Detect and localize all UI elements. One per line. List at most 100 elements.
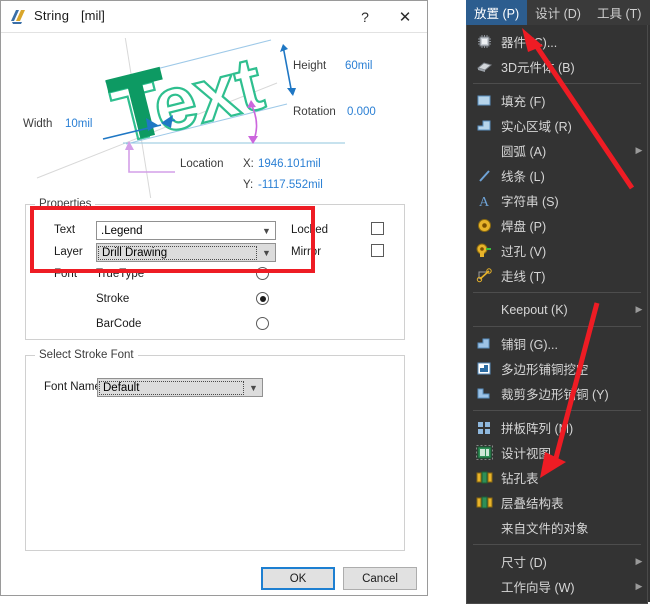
menu-item-label: 字符串 (S) xyxy=(501,195,559,209)
location-y-value: -1117.552mil xyxy=(258,179,323,191)
font-option-truetype-label: TrueType xyxy=(96,268,145,280)
menubar-item-tools[interactable]: 工具 (T) xyxy=(589,0,649,25)
menu-item-label: 实心区域 (R) xyxy=(501,120,572,134)
font-option-stroke-label: Stroke xyxy=(96,293,130,305)
svg-text:Text: Text xyxy=(105,41,272,160)
font-option-truetype-radio[interactable] xyxy=(256,267,269,280)
mirror-label: Mirror xyxy=(291,246,322,258)
svg-text:A: A xyxy=(479,195,490,208)
menu-item-label: 焊盘 (P) xyxy=(501,220,547,234)
menu-item-label: 走线 (T) xyxy=(501,270,546,284)
menu-item-label: 3D元件体 (B) xyxy=(501,61,575,75)
polygon-pour-icon xyxy=(467,337,501,350)
help-button[interactable]: ? xyxy=(347,1,383,32)
menu-item-layer-stack-table[interactable]: 层叠结构表 xyxy=(467,490,647,515)
place-menu-panel: 放置 (P) 设计 (D) 工具 (T) 器件 (C)... 3D元件体 (B)… xyxy=(466,0,650,604)
menu-item-label: 过孔 (V) xyxy=(501,245,547,259)
altium-app-icon xyxy=(10,9,27,25)
font-option-barcode-radio[interactable] xyxy=(256,317,269,330)
menu-item-polygon-cutout[interactable]: 多边形铺铜挖空 xyxy=(467,356,647,381)
chevron-down-icon: ▼ xyxy=(262,225,271,236)
text-field-label: Text xyxy=(54,224,76,236)
menu-item-drill-table[interactable]: 钻孔表 xyxy=(467,465,647,490)
height-value: 60mil xyxy=(345,60,373,72)
font-option-barcode-label: BarCode xyxy=(96,318,142,330)
menu-item-label: 器件 (C)... xyxy=(501,36,558,50)
menu-item-work-guide[interactable]: 工作向导 (W) ▶ xyxy=(467,574,647,599)
menu-item-string[interactable]: A 字符串 (S) xyxy=(467,188,647,213)
chevron-down-icon: ▼ xyxy=(249,382,258,393)
menu-item-label: 钻孔表 xyxy=(501,472,539,486)
menu-item-keepout[interactable]: Keepout (K) ▶ xyxy=(467,297,647,322)
cancel-button[interactable]: Cancel xyxy=(343,567,417,590)
locked-checkbox[interactable] xyxy=(371,222,384,235)
width-value: 10mil xyxy=(65,118,93,130)
font-option-stroke-radio[interactable] xyxy=(256,292,269,305)
menu-item-label: 填充 (F) xyxy=(501,95,546,109)
mirror-checkbox[interactable] xyxy=(371,244,384,257)
fill-icon xyxy=(467,94,501,107)
font-name-select[interactable]: Default ▼ xyxy=(97,378,263,397)
component-3d-icon xyxy=(467,60,501,73)
menu-item-label: 线条 (L) xyxy=(501,170,545,184)
menu-item-fill[interactable]: 填充 (F) xyxy=(467,88,647,113)
menu-item-pad[interactable]: 焊盘 (P) xyxy=(467,213,647,238)
font-name-value: Default xyxy=(99,380,244,395)
font-name-label: Font Name xyxy=(44,381,101,393)
menu-item-label: 来自文件的对象 xyxy=(501,522,589,536)
menu-item-3d-body[interactable]: 3D元件体 (B) xyxy=(467,54,647,79)
menu-item-label: 圆弧 (A) xyxy=(501,145,547,159)
menu-item-component[interactable]: 器件 (C)... xyxy=(467,29,647,54)
menu-item-label: 工作向导 (W) xyxy=(501,581,575,595)
menu-separator xyxy=(473,326,641,327)
location-x-value: 1946.101mil xyxy=(258,158,321,170)
menu-item-object-from-file[interactable]: 来自文件的对象 xyxy=(467,515,647,540)
polygon-slice-icon xyxy=(467,387,501,400)
close-button[interactable]: ✕ xyxy=(387,1,423,32)
menu-item-arc[interactable]: 圆弧 (A) ▶ xyxy=(467,138,647,163)
menu-separator xyxy=(473,544,641,545)
chevron-right-icon: ▶ xyxy=(635,304,643,314)
menu-item-label: 裁剪多边形铺铜 (Y) xyxy=(501,388,609,402)
menu-item-line[interactable]: 线条 (L) xyxy=(467,163,647,188)
menu-item-track[interactable]: 走线 (T) xyxy=(467,263,647,288)
dialog-title-units: [mil] xyxy=(81,8,105,23)
menu-item-design-view[interactable]: 设计视图 xyxy=(467,440,647,465)
rotation-label: Rotation xyxy=(293,106,336,118)
chevron-right-icon: ▶ xyxy=(635,145,643,155)
menu-item-via[interactable]: 过孔 (V) xyxy=(467,238,647,263)
pad-icon xyxy=(467,218,501,233)
menu-item-panel-array[interactable]: 拼板阵列 (M) xyxy=(467,415,647,440)
chevron-right-icon: ▶ xyxy=(635,556,643,566)
width-label: Width xyxy=(23,118,53,130)
locked-label: Locked xyxy=(291,224,329,236)
text-input[interactable]: .Legend ▼ xyxy=(96,221,276,240)
menu-item-solid-region[interactable]: 实心区域 (R) xyxy=(467,113,647,138)
via-icon xyxy=(467,243,501,258)
layer-select[interactable]: Drill Drawing ▼ xyxy=(96,243,276,262)
menu-separator xyxy=(473,410,641,411)
dialog-titlebar: String [mil] ? ✕ xyxy=(1,1,427,33)
menu-item-slice-polygon[interactable]: 裁剪多边形铺铜 (Y) xyxy=(467,381,647,406)
menubar-item-design[interactable]: 设计 (D) xyxy=(527,0,589,25)
track-icon xyxy=(467,268,501,283)
line-icon xyxy=(467,169,501,183)
panel-array-icon xyxy=(467,421,501,435)
height-label: Height xyxy=(293,60,327,72)
text-preview-panel: Text Text xyxy=(15,38,413,198)
menu-item-dimension[interactable]: 尺寸 (D) ▶ xyxy=(467,549,647,574)
string-properties-dialog: String [mil] ? ✕ Text Text xyxy=(0,0,428,596)
menu-separator xyxy=(473,83,641,84)
ok-button[interactable]: OK xyxy=(261,567,335,590)
font-label: Font xyxy=(54,268,78,280)
solid-region-icon xyxy=(467,119,501,132)
menubar: 放置 (P) 设计 (D) 工具 (T) xyxy=(466,0,650,25)
location-x-label: X: xyxy=(243,158,254,170)
location-label: Location xyxy=(180,158,224,170)
menubar-item-place[interactable]: 放置 (P) xyxy=(466,0,528,25)
layer-field-label: Layer xyxy=(54,246,83,258)
menu-item-polygon-pour[interactable]: 铺铜 (G)... xyxy=(467,331,647,356)
menu-item-label: 设计视图 xyxy=(501,447,552,461)
drill-table-icon xyxy=(467,470,501,485)
properties-group: Properties Text .Legend ▼ Layer Drill Dr… xyxy=(25,198,405,340)
